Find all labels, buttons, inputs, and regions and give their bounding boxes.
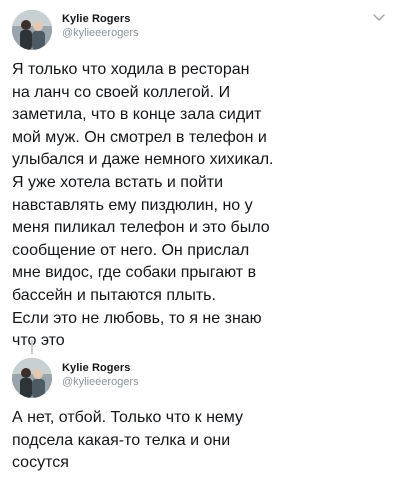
tweet-text: А нет, отбой. Только что к нему подсела …: [12, 409, 243, 472]
author-handle[interactable]: @kylieeerogers: [62, 375, 139, 389]
tweet: Kylie Rogers @kylieeerogers Я только что…: [0, 0, 400, 349]
author-display-name[interactable]: Kylie Rogers: [62, 361, 139, 375]
author-display-name[interactable]: Kylie Rogers: [62, 12, 139, 26]
chevron-down-icon[interactable]: [372, 12, 386, 22]
tweet-header: Kylie Rogers @kylieeerogers: [0, 0, 400, 52]
author-names: Kylie Rogers @kylieeerogers: [62, 12, 139, 40]
avatar[interactable]: [12, 358, 52, 398]
tweet-header: Kylie Rogers @kylieeerogers: [0, 352, 400, 404]
avatar[interactable]: [12, 10, 52, 50]
tweet-text: Я только что ходила в ресторан на ланч с…: [12, 61, 274, 350]
author-names: Kylie Rogers @kylieeerogers: [62, 361, 139, 389]
tweet: Kylie Rogers @kylieeerogers А нет, отбой…: [0, 352, 400, 471]
author-handle[interactable]: @kylieeerogers: [62, 26, 139, 40]
